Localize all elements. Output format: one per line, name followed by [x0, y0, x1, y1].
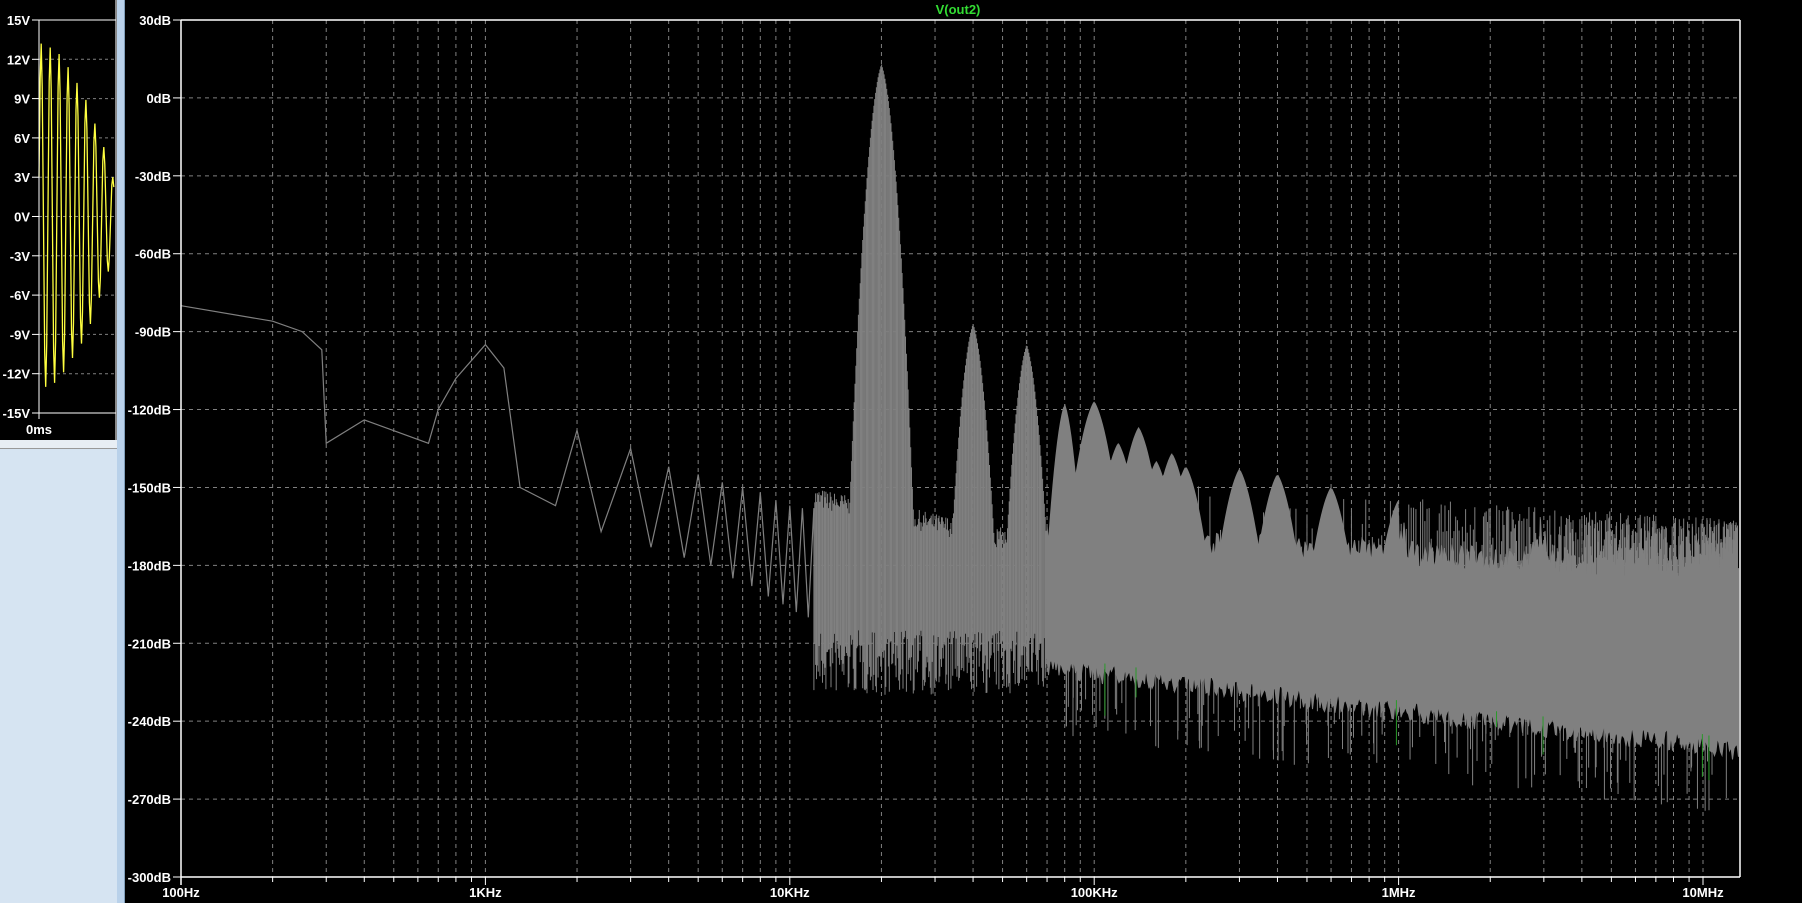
transient-trace: [38, 43, 115, 387]
y-tick-label: -270dB: [128, 792, 171, 807]
y-tick-label: -300dB: [128, 870, 171, 885]
y-tick-label: -240dB: [128, 714, 171, 729]
y-tick-label: 15V: [7, 13, 30, 28]
x-tick-label: 10MHz: [1682, 885, 1724, 900]
y-tick-label: 0dB: [146, 91, 171, 106]
y-tick-label: -6V: [10, 288, 31, 303]
y-tick-label: -90dB: [135, 325, 171, 340]
y-tick-label: -15V: [3, 406, 31, 421]
x-tick-label: 10KHz: [770, 885, 810, 900]
y-tick-label: 12V: [7, 52, 30, 67]
y-tick-label: 3V: [14, 170, 30, 185]
y-tick-label: 9V: [14, 92, 30, 107]
x-tick-label: 100Hz: [162, 885, 200, 900]
transient-waveform: [38, 43, 115, 387]
x-tick-label: 1MHz: [1382, 885, 1416, 900]
y-tick-label: -180dB: [128, 558, 171, 573]
y-tick-label: -60dB: [135, 247, 171, 262]
chart-title[interactable]: V(out2): [936, 2, 981, 17]
y-tick-label: -12V: [3, 367, 31, 382]
y-tick-label: -9V: [10, 327, 31, 342]
plot-canvas: 15V 12V 9V 6V 3V 0V -3V -6V -9V -12V -15V 0ms 30dB…: [3, 0, 1802, 903]
y-tick-label: 30dB: [139, 13, 171, 28]
x-tick-label: 100KHz: [1071, 885, 1118, 900]
x-tick-label: 1KHz: [469, 885, 502, 900]
transient-x-label: 0ms: [26, 422, 52, 437]
y-tick-label: -30dB: [135, 169, 171, 184]
y-tick-label: -3V: [10, 249, 31, 264]
y-tick-label: -120dB: [128, 403, 171, 418]
y-tick-label: 6V: [14, 131, 30, 146]
y-tick-label: -150dB: [128, 480, 171, 495]
y-tick-label: -210dB: [128, 636, 171, 651]
y-tick-label: 0V: [14, 210, 30, 225]
